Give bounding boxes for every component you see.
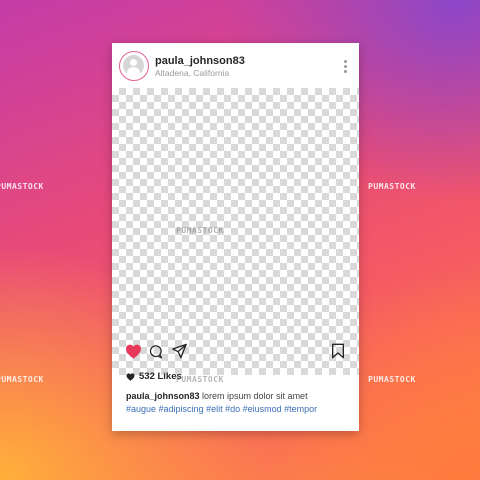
post-actions-bar [112,339,359,365]
likes-count[interactable]: 532 Likes [126,371,182,382]
more-options-icon[interactable] [342,60,348,74]
comment-icon[interactable] [148,344,163,359]
post-username[interactable]: paula_johnson83 [155,55,245,67]
bookmark-icon[interactable] [331,343,345,359]
watermark-right-bottom: PUMASTOCK [368,375,416,384]
watermark-center-likes: PUMASTOCK [176,375,224,384]
watermark-right-top: PUMASTOCK [368,182,416,191]
caption-text: lorem ipsum dolor sit amet [199,391,308,401]
post-location[interactable]: Altadena, California [155,68,229,78]
post-card: paula_johnson83 Altadena, California PUM… [112,43,359,431]
post-image-placeholder: PUMASTOCK [112,88,359,375]
watermark-left-bottom: PUMASTOCK [0,375,44,384]
post-header: paula_johnson83 Altadena, California [112,43,359,88]
paper-plane-icon[interactable] [171,343,188,359]
caption-username[interactable]: paula_johnson83 [126,391,200,401]
watermark-left-top: PUMASTOCK [0,182,44,191]
heart-icon[interactable] [125,344,142,359]
avatar[interactable] [119,51,149,81]
caption-hashtags[interactable]: #augue #adipiscing #elit #do #eiusmod #t… [126,404,317,414]
post-caption: paula_johnson83 lorem ipsum dolor sit am… [126,390,351,416]
watermark-center-image: PUMASTOCK [176,226,224,235]
default-avatar-icon [123,55,144,76]
small-heart-icon [126,372,135,381]
